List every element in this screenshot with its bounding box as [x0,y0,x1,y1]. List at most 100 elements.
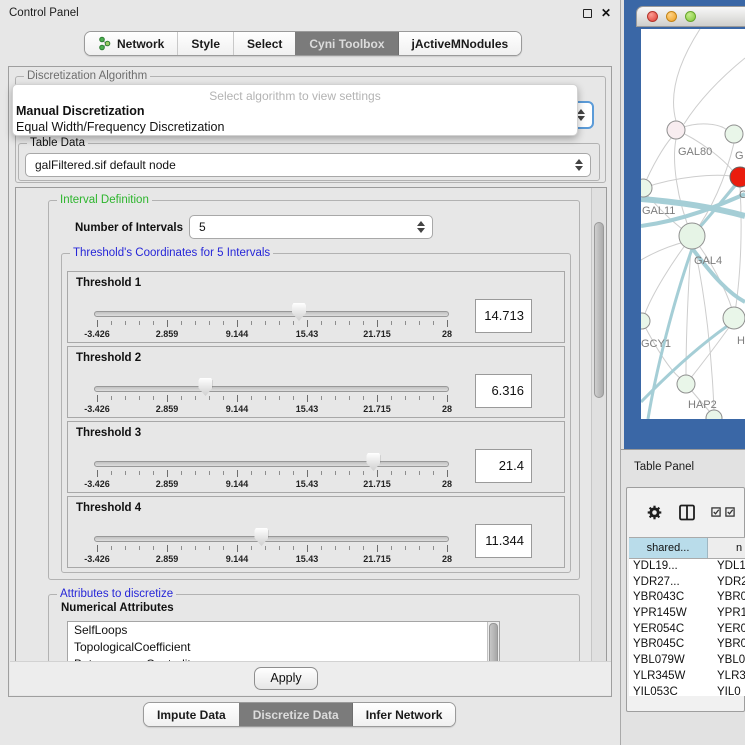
node [725,125,743,143]
tab-infer-network[interactable]: Infer Network [352,703,456,726]
slider-tick-label: 21.715 [355,404,399,414]
slider-track[interactable] [94,536,449,542]
node [706,410,722,419]
scrollbar-thumb[interactable] [489,623,498,665]
cell-name: YBR0 [717,590,745,606]
slider-major-tick [307,395,308,402]
slider-tick-label: -3.426 [75,554,119,564]
slider-major-tick [377,470,378,477]
dropdown-option-equal-width[interactable]: Equal Width/Frequency Discretization [13,119,577,135]
threshold-label: Threshold 1 [76,277,141,289]
tab-cyni-toolbox[interactable]: Cyni Toolbox [295,32,397,55]
cyni-panel: Discretization Algorithm Table Data galF… [8,66,612,697]
cell-name: YER0 [717,622,745,638]
node [679,223,705,249]
network-canvas[interactable]: GAL80 G C GAL11 GAL4 GCY1 H HAP2 [641,29,745,419]
node-selected [730,167,745,187]
tab-select[interactable]: Select [233,32,295,55]
slider-tick-label: 2.859 [145,404,189,414]
table-row[interactable]: YLR345W YLR3 [629,669,745,685]
slider-tick-label: -3.426 [75,404,119,414]
table-row[interactable]: YPR145W YPR1 [629,606,745,622]
zoom-traffic-light-icon[interactable] [685,11,696,22]
node [667,121,685,139]
table-header-row: shared... n [629,537,745,559]
interval-definition-title: Interval Definition [57,194,152,206]
slider-thumb[interactable] [292,303,306,321]
slider-track[interactable] [94,386,449,392]
attributes-group: Attributes to discretize Numerical Attri… [48,594,580,668]
table-data-group: Table Data galFiltered.sif default node [18,143,600,181]
column-header-shared-name[interactable]: shared... [629,538,708,558]
table-row[interactable]: YER054C YER0 [629,622,745,638]
number-of-intervals-combobox[interactable]: 5 [189,215,433,239]
numerical-attribute-item[interactable]: TopologicalCoefficient [68,639,499,656]
dropdown-option-manual[interactable]: Manual Discretization [13,103,577,119]
bottom-tabbar: Impute Data Discretize Data Infer Networ… [143,702,456,727]
control-panel-titlebar: Control Panel ✕ [0,0,620,26]
tab-style[interactable]: Style [177,32,233,55]
slider-tick-label: 9.144 [215,479,259,489]
network-window-titlebar[interactable] [636,6,745,27]
slider-major-tick [447,395,448,402]
close-traffic-light-icon[interactable] [647,11,658,22]
split-column-icon[interactable] [679,504,695,521]
checkbox-icon[interactable] [711,507,721,517]
slider-thumb[interactable] [366,453,380,471]
checkbox-icon[interactable] [725,507,735,517]
cell-shared-name: YLR345W [633,669,685,685]
slider-thumb[interactable] [198,378,212,396]
threshold-value[interactable]: 14.713 [475,299,532,333]
cell-name: YLR3 [717,669,745,685]
threshold-value[interactable]: 11.344 [475,524,532,558]
table-row[interactable]: YBR045C YBR0 [629,637,745,653]
cell-name: YIL0 [717,685,741,696]
combo-stepper-icon [417,221,425,233]
tab-network[interactable]: Network [85,32,177,55]
table-row[interactable]: YDL19... YDL1 [629,559,745,575]
threshold-label: Threshold 3 [76,427,141,439]
slider-major-tick [167,545,168,552]
float-window-icon[interactable] [583,9,592,18]
close-icon[interactable]: ✕ [601,6,611,20]
slider-major-tick [97,545,98,552]
minimize-traffic-light-icon[interactable] [666,11,677,22]
slider-major-tick [237,395,238,402]
slider-track[interactable] [94,461,449,467]
apply-button[interactable]: Apply [254,667,318,690]
threshold-label: Threshold 4 [76,502,141,514]
gear-icon[interactable] [646,504,663,521]
node-label: GAL4 [694,255,722,267]
threshold-value[interactable]: 21.4 [475,449,532,483]
network-view-window[interactable]: GAL80 G C GAL11 GAL4 GCY1 H HAP2 [624,0,745,449]
slider-minor-ticks [97,321,450,325]
slider-track[interactable] [94,311,449,317]
tab-jactivemnodules[interactable]: jActiveMNodules [398,32,522,55]
scrollbar-thumb[interactable] [594,222,604,398]
column-header-name[interactable]: n [708,538,745,558]
settings-scrollbar[interactable] [591,188,606,668]
slider-tick-label: 15.43 [285,479,329,489]
attributes-list-scrollbar[interactable] [487,622,499,666]
numerical-attributes-label: Numerical Attributes [61,602,174,614]
tab-discretize-data[interactable]: Discretize Data [239,703,352,726]
threshold-value[interactable]: 6.316 [475,374,532,408]
table-row[interactable]: YBR043C YBR0 [629,590,745,606]
slider-thumb[interactable] [254,528,268,546]
node-label: GCY1 [641,338,671,350]
thresholds-group-title: Threshold's Coordinates for 5 Intervals [70,247,273,259]
numerical-attribute-item[interactable]: SelfLoops [68,622,499,639]
slider-tick-label: 2.859 [145,479,189,489]
table-row[interactable]: YDR27... YDR2 [629,575,745,591]
tab-impute-data[interactable]: Impute Data [144,703,239,726]
table-data-group-title: Table Data [27,137,88,149]
table-data-combobox[interactable]: galFiltered.sif default node [25,153,591,177]
table-row[interactable]: YIL053C YIL0 [629,685,745,696]
combo-stepper-icon [575,159,583,171]
tab-network-label: Network [117,37,164,51]
combo-stepper-icon [577,109,585,121]
slider-major-tick [237,545,238,552]
slider-major-tick [167,470,168,477]
table-row[interactable]: YBL079W YBL0 [629,653,745,669]
slider-minor-ticks [97,546,450,550]
